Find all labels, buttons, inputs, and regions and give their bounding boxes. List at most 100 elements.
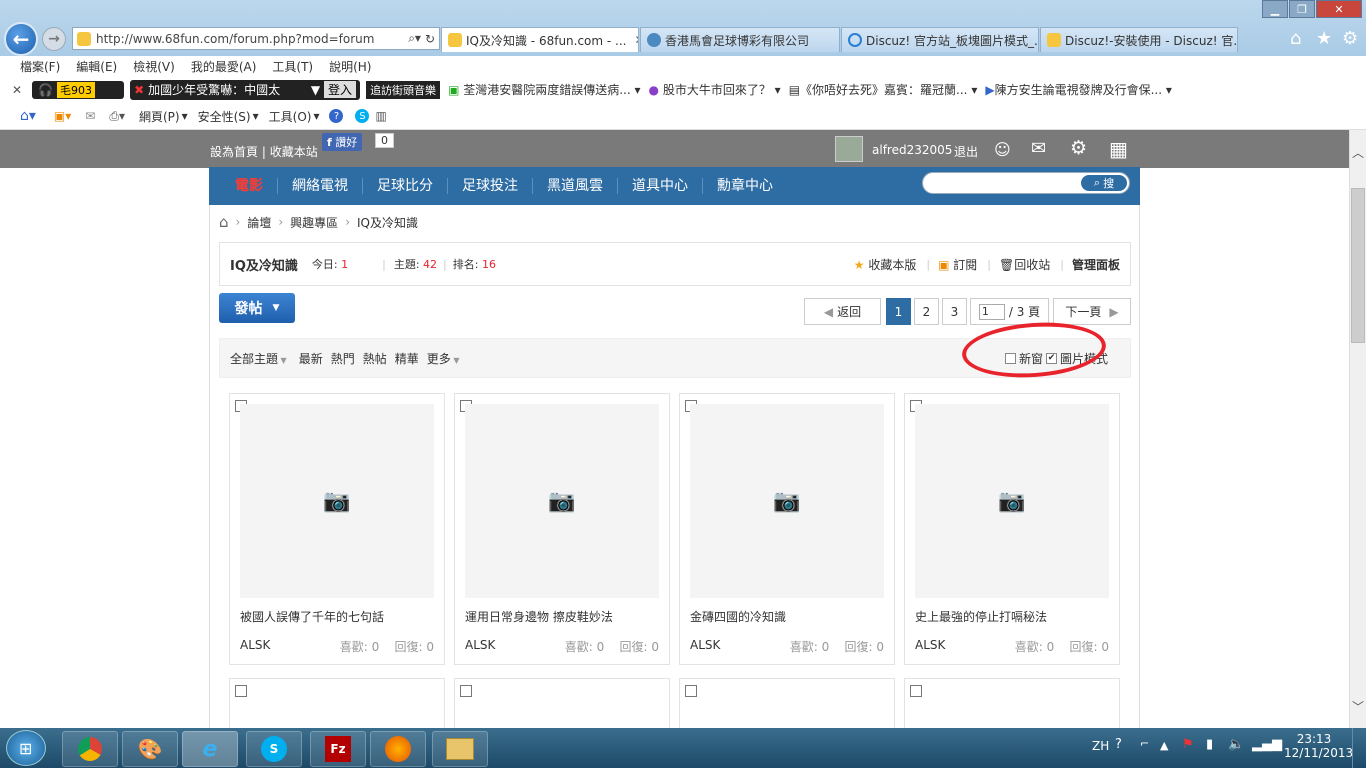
fb-like-button[interactable]: f 讚好 <box>322 133 363 151</box>
cmd-tools[interactable]: 工具(O) <box>269 108 312 125</box>
address-bar[interactable]: http://www.68fun.com/forum.php?mod=forum… <box>72 27 440 50</box>
thumbnail[interactable]: 📷 <box>690 404 884 598</box>
filter-more[interactable]: 更多 ▼ <box>427 350 460 367</box>
thread-author[interactable]: ALSK <box>690 638 720 652</box>
taskbar-skype[interactable]: S <box>246 731 302 767</box>
thread-card[interactable]: 📷 被國人誤傳了千年的七句話 ALSK 喜歡: 0 回復: 0 <box>229 393 445 665</box>
menu-help[interactable]: 說明(H) <box>329 58 371 75</box>
fav-item-2[interactable]: ● 股市大牛市回來了？ ▾ <box>649 81 781 98</box>
scroll-up-icon[interactable]: ︿ <box>1352 144 1364 161</box>
nav-items[interactable]: 道具中心 <box>618 178 703 194</box>
thread-title[interactable]: 金磚四國的冷知識 <box>690 608 786 625</box>
thread-card[interactable] <box>679 678 895 728</box>
taskbar-filezilla[interactable]: Fz <box>310 731 366 767</box>
breadcrumb-current[interactable]: IQ及冷知識 <box>357 214 418 231</box>
thread-select-checkbox[interactable] <box>685 685 697 697</box>
thread-title[interactable]: 被國人誤傳了千年的七句話 <box>240 608 384 625</box>
thread-author[interactable]: ALSK <box>240 638 270 652</box>
fav-item-1[interactable]: ▣ 荃灣港安醫院兩度錯誤傳送病... ▾ <box>448 81 640 98</box>
filter-hot-posts[interactable]: 熱帖 <box>363 350 387 367</box>
forward-button[interactable]: → <box>42 27 66 51</box>
mail-icon[interactable]: ✉ <box>85 109 95 123</box>
grid-menu-icon[interactable]: ▦ <box>1109 137 1128 161</box>
volume-icon[interactable]: 🔈 <box>1228 737 1244 752</box>
rss-icon[interactable]: ▣▾ <box>54 109 71 123</box>
subscribe-button[interactable]: ▣ 訂閱 <box>938 256 977 273</box>
close-window-button[interactable]: ✕ <box>1316 0 1362 18</box>
taskbar-explorer[interactable] <box>432 731 488 767</box>
fav-music[interactable]: 追訪街頭音樂 <box>366 80 441 99</box>
thread-card[interactable] <box>454 678 670 728</box>
page-3[interactable]: 3 <box>942 298 967 325</box>
site-search-button[interactable]: ⌕ 搜 <box>1081 175 1127 191</box>
toolbar-login-button[interactable]: 登入 <box>324 81 357 98</box>
scroll-down-icon[interactable]: ﹀ <box>1352 698 1364 715</box>
logout-link[interactable]: 退出 <box>954 143 978 160</box>
thumbnail[interactable]: 📷 <box>915 404 1109 598</box>
fav-item-3[interactable]: ▤《你唔好去死》嘉賓：羅冠蘭... ▾ <box>789 81 978 98</box>
thread-card[interactable] <box>904 678 1120 728</box>
thread-author[interactable]: ALSK <box>915 638 945 652</box>
tab-discuz-install[interactable]: Discuz!-安裝使用 - Discuz! 官... <box>1040 27 1238 52</box>
start-button[interactable]: ⊞ <box>6 730 46 766</box>
breadcrumb-interest[interactable]: 興趣專區 <box>290 214 338 231</box>
menu-edit[interactable]: 編輯(E) <box>76 58 117 75</box>
taskbar-firefox[interactable] <box>370 731 426 767</box>
taskbar-paint[interactable]: 🎨 <box>122 731 178 767</box>
action-center-icon[interactable]: ⚑ <box>1182 737 1194 752</box>
network-icon[interactable]: ▂▄▆ <box>1252 737 1282 752</box>
tools-gear-icon[interactable]: ⚙ <box>1342 28 1358 49</box>
language-indicator[interactable]: ZH <box>1092 739 1109 753</box>
page-jump-input[interactable]: 1 <box>978 303 1005 320</box>
favorites-star-icon[interactable]: ★ <box>1316 28 1332 49</box>
user-icon[interactable]: ☺ <box>994 140 1011 159</box>
page-2[interactable]: 2 <box>914 298 939 325</box>
show-desktop-button[interactable] <box>1352 728 1366 768</box>
avatar[interactable] <box>835 136 863 162</box>
close-toolbar-icon[interactable]: ✕ <box>12 83 22 97</box>
nav-betting[interactable]: 足球投注 <box>448 178 533 194</box>
help-icon[interactable]: ? <box>1115 737 1122 752</box>
help-icon[interactable]: ? <box>329 109 344 123</box>
tab-iq-forum[interactable]: IQ及冷知識 - 68fun.com - ... ✕ <box>441 27 639 52</box>
clock[interactable]: 23:13 12/11/2013 <box>1284 732 1353 760</box>
maximize-button[interactable]: ❐ <box>1289 0 1315 18</box>
tab-discuz-official[interactable]: Discuz! 官方站_板塊圖片模式_... <box>841 27 1039 52</box>
thread-author[interactable]: ALSK <box>465 638 495 652</box>
home-icon[interactable]: ⌂ <box>1290 28 1301 49</box>
filter-latest[interactable]: 最新 <box>299 350 323 367</box>
show-hidden-icons[interactable]: ▲ <box>1160 739 1168 752</box>
taskbar-ie[interactable]: e <box>182 731 238 767</box>
search-icon[interactable]: ⌕▾ <box>408 31 421 46</box>
breadcrumb-forum[interactable]: 論壇 <box>247 214 271 231</box>
thread-card[interactable]: 📷 史上最強的停止打嗝秘法 ALSK 喜歡: 0 回復: 0 <box>904 393 1120 665</box>
minimize-button[interactable]: ▁ <box>1262 0 1288 18</box>
scrollbar-thumb[interactable] <box>1351 188 1365 343</box>
thread-card[interactable] <box>229 678 445 728</box>
menu-file[interactable]: 檔案(F) <box>20 58 60 75</box>
news-ticker[interactable]: ✖ 加國少年受驚嚇：中國太 ▼ 登入 <box>130 79 361 100</box>
vertical-scrollbar[interactable]: ︿ ﹀ <box>1349 130 1366 728</box>
new-post-button[interactable]: 發帖 ▼ <box>219 293 295 323</box>
power-icon[interactable]: ▮ <box>1206 737 1213 752</box>
nav-medals[interactable]: 勳章中心 <box>703 178 787 194</box>
nav-movies[interactable]: 電影 <box>221 178 278 194</box>
pager-next-button[interactable]: 下一頁 ▶ <box>1053 298 1131 325</box>
fav-item-4[interactable]: ▶陳方安生論電視發牌及行會保... ▾ <box>985 81 1172 98</box>
message-icon[interactable]: ✉ <box>1031 138 1046 159</box>
tab-hkjc[interactable]: 香港馬會足球博彩有限公司 <box>640 27 840 52</box>
research-icon[interactable]: ▥ <box>375 109 386 123</box>
cmd-safety[interactable]: 安全性(S) <box>198 108 251 125</box>
pager-back-button[interactable]: ◀ 返回 <box>804 298 881 325</box>
menu-favorites[interactable]: 我的最愛(A) <box>191 58 257 75</box>
settings-gear-icon[interactable]: ⚙ <box>1070 137 1087 159</box>
thread-card[interactable]: 📷 金磚四國的冷知識 ALSK 喜歡: 0 回復: 0 <box>679 393 895 665</box>
thread-select-checkbox[interactable] <box>235 685 247 697</box>
print-icon[interactable]: ⎙▾ <box>109 109 125 124</box>
thumbnail[interactable]: 📷 <box>240 404 434 598</box>
thread-card[interactable]: 📷 運用日常身邊物 擦皮鞋妙法 ALSK 喜歡: 0 回復: 0 <box>454 393 670 665</box>
filter-digest[interactable]: 精華 <box>395 350 419 367</box>
set-homepage-link[interactable]: 設為首頁 <box>210 145 258 159</box>
taskbar-chrome[interactable] <box>62 731 118 767</box>
thread-title[interactable]: 史上最強的停止打嗝秘法 <box>915 608 1047 625</box>
